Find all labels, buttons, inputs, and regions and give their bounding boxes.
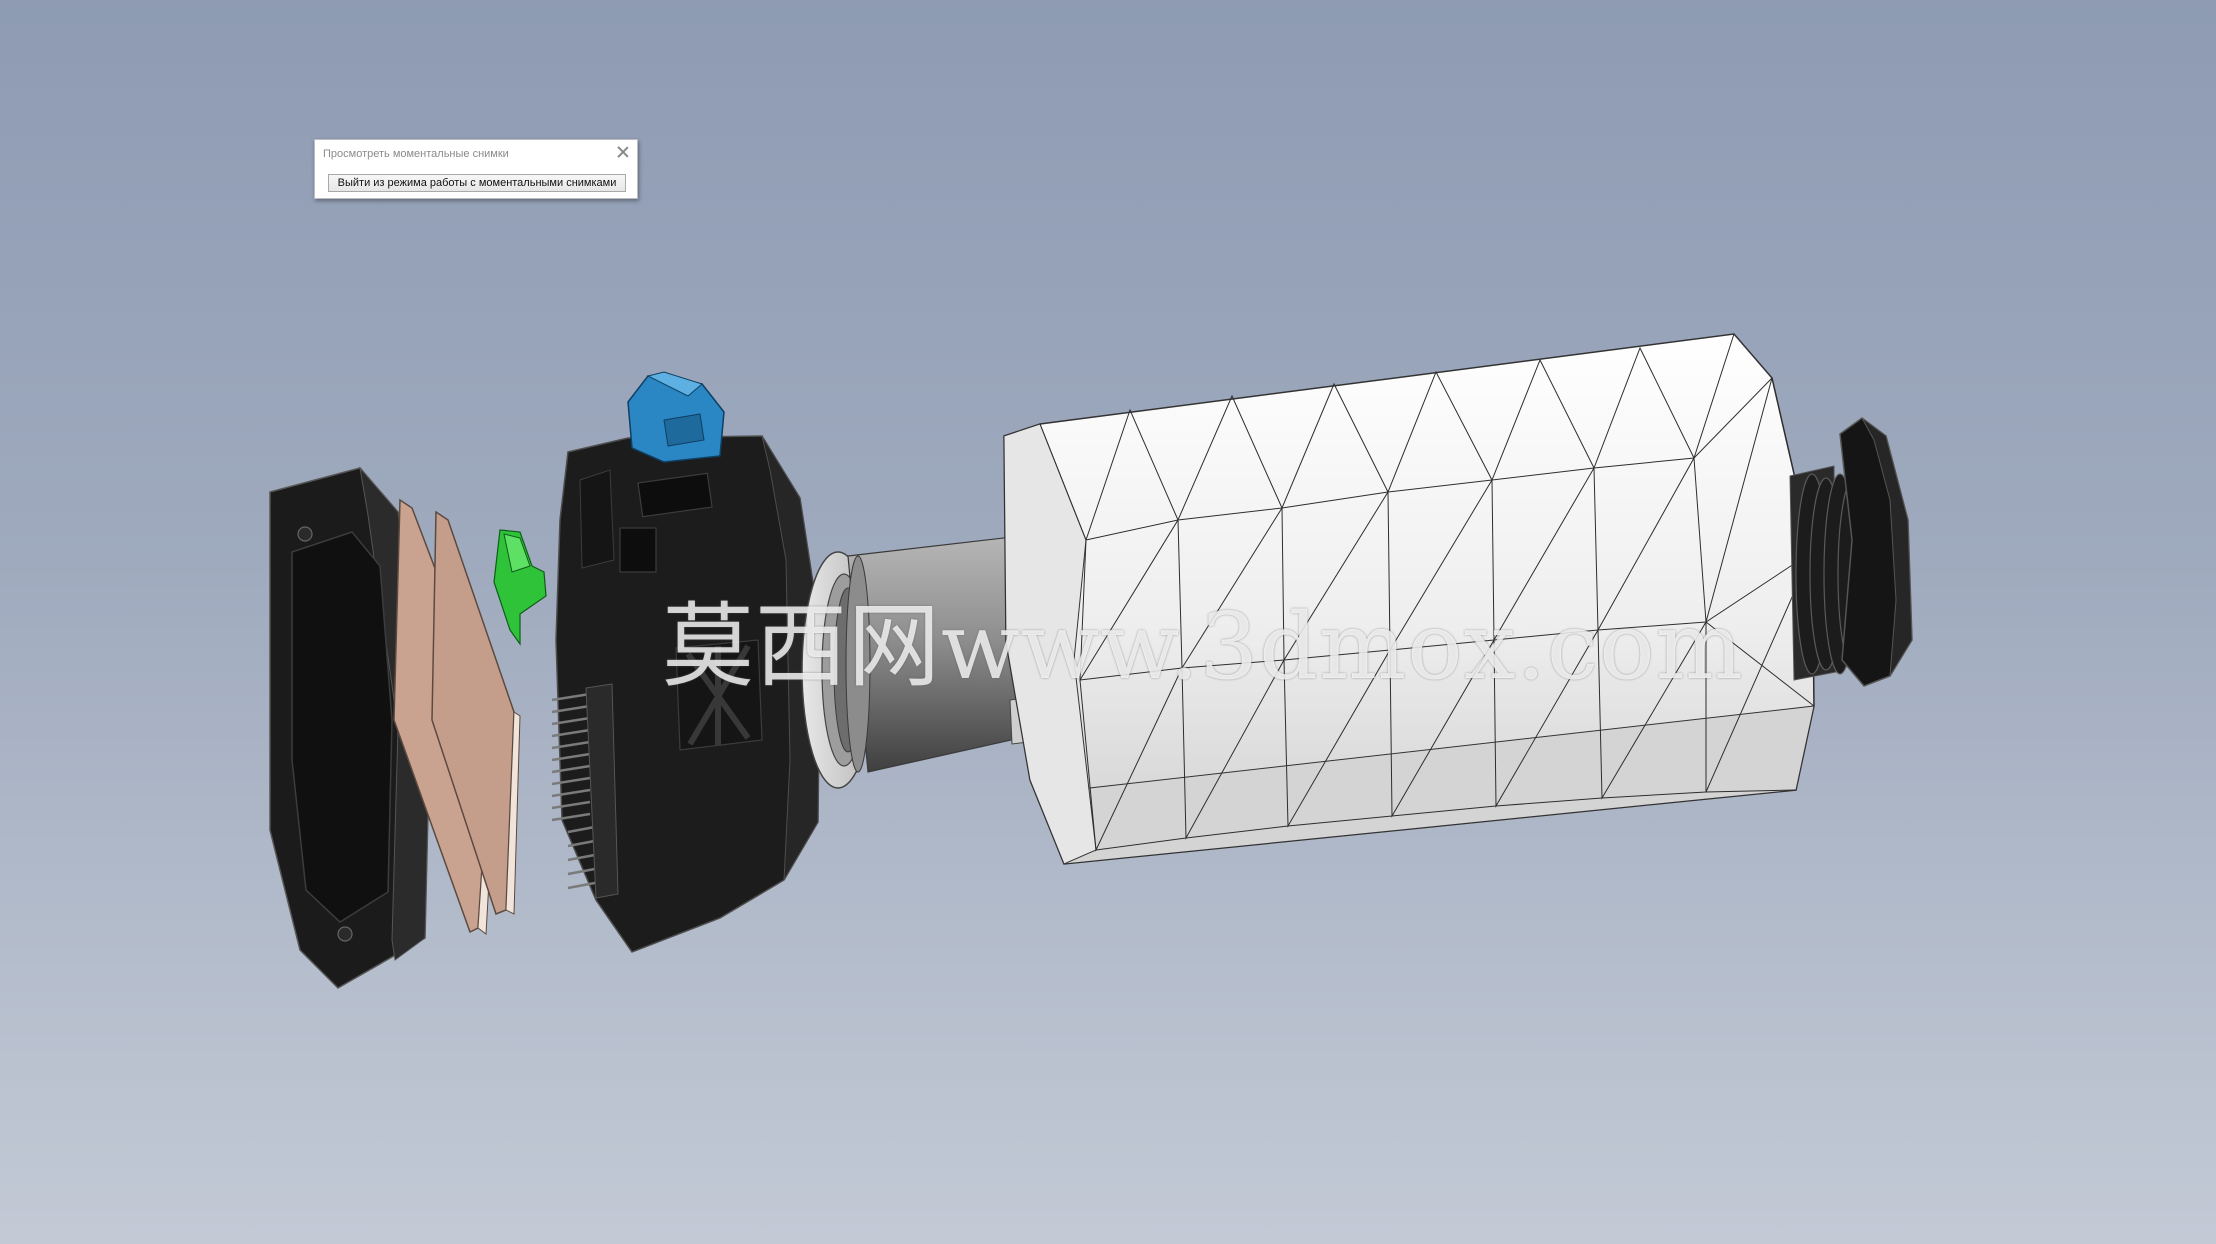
green-clip — [493, 529, 547, 646]
exit-snapshot-mode-button[interactable]: Выйти из режима работы с моментальными с… — [328, 174, 626, 192]
end-nozzle — [1789, 417, 1913, 687]
blue-switch — [627, 371, 725, 463]
main-housing — [551, 435, 821, 953]
close-icon[interactable] — [615, 144, 631, 160]
faceted-sleeve — [1003, 333, 1815, 865]
snapshot-dialog-title: Просмотреть моментальные снимки — [323, 148, 509, 160]
snapshot-dialog: Просмотреть моментальные снимки Выйти из… — [314, 139, 638, 199]
